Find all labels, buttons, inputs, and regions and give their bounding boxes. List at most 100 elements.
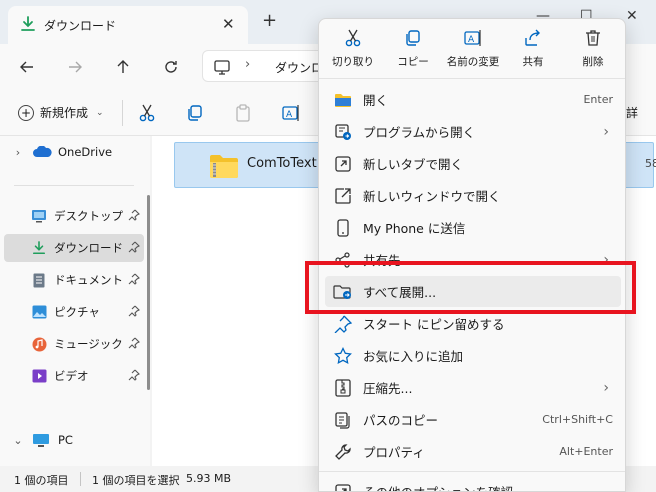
sidebar-divider <box>14 185 134 186</box>
menu-item-open-new-tab[interactable]: 新しいタブで開く <box>325 148 621 179</box>
sidebar-item-label: ドキュメント <box>54 273 123 287</box>
sidebar-item-label: デスクトップ <box>54 209 123 223</box>
copy-path-icon <box>333 410 353 430</box>
menu-item-add-favorite[interactable]: お気に入りに追加 <box>325 340 621 371</box>
status-item-count: 1 個の項目 <box>14 474 69 487</box>
new-tab-button[interactable]: + <box>262 12 277 30</box>
chevron-down-icon[interactable]: ⌄ <box>10 434 26 447</box>
sidebar-item-label: ミュージック <box>54 337 123 351</box>
sidebar-item-desktop[interactable]: デスクトップ <box>4 202 144 230</box>
copy-toolbar-icon[interactable] <box>185 103 205 123</box>
menu-item-open-with[interactable]: プログラムから開く › <box>325 116 621 147</box>
context-menu: 切り取り コピー A 名前の変更 共有 削除 開く Enter プログラムから開… <box>318 18 626 492</box>
pin-icon[interactable] <box>128 209 140 221</box>
highlight-box <box>305 261 636 314</box>
sidebar-item-videos[interactable]: ビデオ <box>4 362 144 390</box>
sidebar-item-label: ダウンロード <box>54 241 123 255</box>
back-button[interactable] <box>14 54 40 80</box>
trash-icon <box>582 27 604 49</box>
new-tab-icon <box>333 154 353 174</box>
open-with-icon <box>333 122 353 142</box>
tab-downloads[interactable]: ダウンロード ✕ <box>8 6 248 44</box>
delete-button[interactable]: 削除 <box>561 27 625 69</box>
tab-title: ダウンロード <box>44 19 117 33</box>
breadcrumb-separator: › <box>245 57 251 72</box>
cut-toolbar-icon[interactable] <box>137 103 157 123</box>
menu-item-compress-to[interactable]: 圧縮先... › <box>325 372 621 403</box>
rename-toolbar-icon[interactable]: A <box>281 103 301 123</box>
navigation-pane: › OneDrive デスクトップ ダウンロード ドキュメント ピクチャ ミュー… <box>0 136 150 466</box>
sidebar-item-pictures[interactable]: ピクチャ <box>4 298 144 326</box>
cloud-icon <box>32 145 52 159</box>
sidebar-item-label: OneDrive <box>58 145 113 159</box>
breadcrumb-downloads[interactable]: ダウンロ <box>275 59 323 76</box>
sidebar-item-label: PC <box>58 433 73 447</box>
scissors-icon <box>342 27 364 49</box>
details-button[interactable]: 詳 <box>626 104 638 121</box>
menu-item-open-new-window[interactable]: 新しいウィンドウで開く <box>325 180 621 211</box>
refresh-button[interactable] <box>158 54 184 80</box>
wrench-icon <box>333 442 353 462</box>
sidebar-item-pc[interactable]: ⌄ PC <box>4 426 144 454</box>
rename-icon: A <box>462 27 484 49</box>
video-icon <box>30 368 48 384</box>
pin-icon[interactable] <box>128 241 140 253</box>
menu-item-copy-path[interactable]: パスのコピー Ctrl+Shift+C <box>325 404 621 435</box>
menu-item-open[interactable]: 開く Enter <box>325 84 621 115</box>
pin-icon[interactable] <box>128 369 140 381</box>
tab-close-icon[interactable]: ✕ <box>222 15 235 33</box>
quick-actions-bar: 切り取り コピー A 名前の変更 共有 削除 <box>319 19 625 79</box>
sidebar-item-music[interactable]: ミュージック <box>4 330 144 358</box>
file-name: ComToText <box>247 156 317 171</box>
shortcut-label: Ctrl+Shift+C <box>542 413 613 426</box>
file-meta: 58 <box>645 157 656 170</box>
computer-icon <box>32 432 52 448</box>
plus-icon: + <box>18 104 34 121</box>
phone-icon <box>333 218 353 238</box>
svg-text:A: A <box>286 110 293 120</box>
close-window-button[interactable]: ✕ <box>626 8 638 24</box>
shortcut-label: Enter <box>583 93 613 106</box>
menu-item-more-options[interactable]: その他のオプションを確認 <box>325 476 621 491</box>
copy-icon <box>402 27 424 49</box>
share-button[interactable]: 共有 <box>501 27 565 69</box>
rename-button[interactable]: A 名前の変更 <box>441 27 505 69</box>
zip-icon <box>333 378 353 398</box>
share-icon <box>522 27 544 49</box>
pin-icon[interactable] <box>128 337 140 349</box>
shortcut-label: Alt+Enter <box>559 445 613 458</box>
svg-text:A: A <box>468 35 475 45</box>
pin-icon[interactable] <box>128 305 140 317</box>
cut-button[interactable]: 切り取り <box>321 27 385 69</box>
music-icon <box>30 336 48 352</box>
toolbar-divider <box>122 100 123 126</box>
status-size: 5.93 MB <box>186 472 232 485</box>
up-button[interactable] <box>110 54 136 80</box>
desktop-icon <box>30 208 48 224</box>
zip-folder-icon <box>209 152 239 180</box>
paste-toolbar-icon[interactable] <box>233 103 253 123</box>
refresh-icon <box>165 61 177 73</box>
pictures-icon <box>30 304 48 320</box>
sidebar-scrollbar[interactable] <box>147 195 150 390</box>
pin-icon <box>333 314 353 334</box>
new-window-icon <box>333 186 353 206</box>
star-icon <box>333 346 353 366</box>
copy-button[interactable]: コピー <box>381 27 445 69</box>
sidebar-item-onedrive[interactable]: › OneDrive <box>4 138 144 166</box>
computer-icon <box>213 58 231 76</box>
chevron-down-icon: ⌄ <box>96 107 104 118</box>
sidebar-item-downloads[interactable]: ダウンロード <box>4 234 144 262</box>
menu-separator <box>319 471 625 472</box>
new-button[interactable]: + 新規作成 ⌄ <box>18 104 104 121</box>
chevron-right-icon[interactable]: › <box>10 146 26 159</box>
menu-item-properties[interactable]: プロパティ Alt+Enter <box>325 436 621 467</box>
more-options-icon <box>333 482 353 491</box>
pin-icon[interactable] <box>128 273 140 285</box>
forward-button[interactable] <box>62 54 88 80</box>
chevron-right-icon: › <box>603 123 609 140</box>
download-icon <box>20 16 36 32</box>
menu-item-send-to-phone[interactable]: My Phone に送信 <box>325 212 621 243</box>
folder-icon <box>333 90 353 110</box>
sidebar-item-documents[interactable]: ドキュメント <box>4 266 144 294</box>
